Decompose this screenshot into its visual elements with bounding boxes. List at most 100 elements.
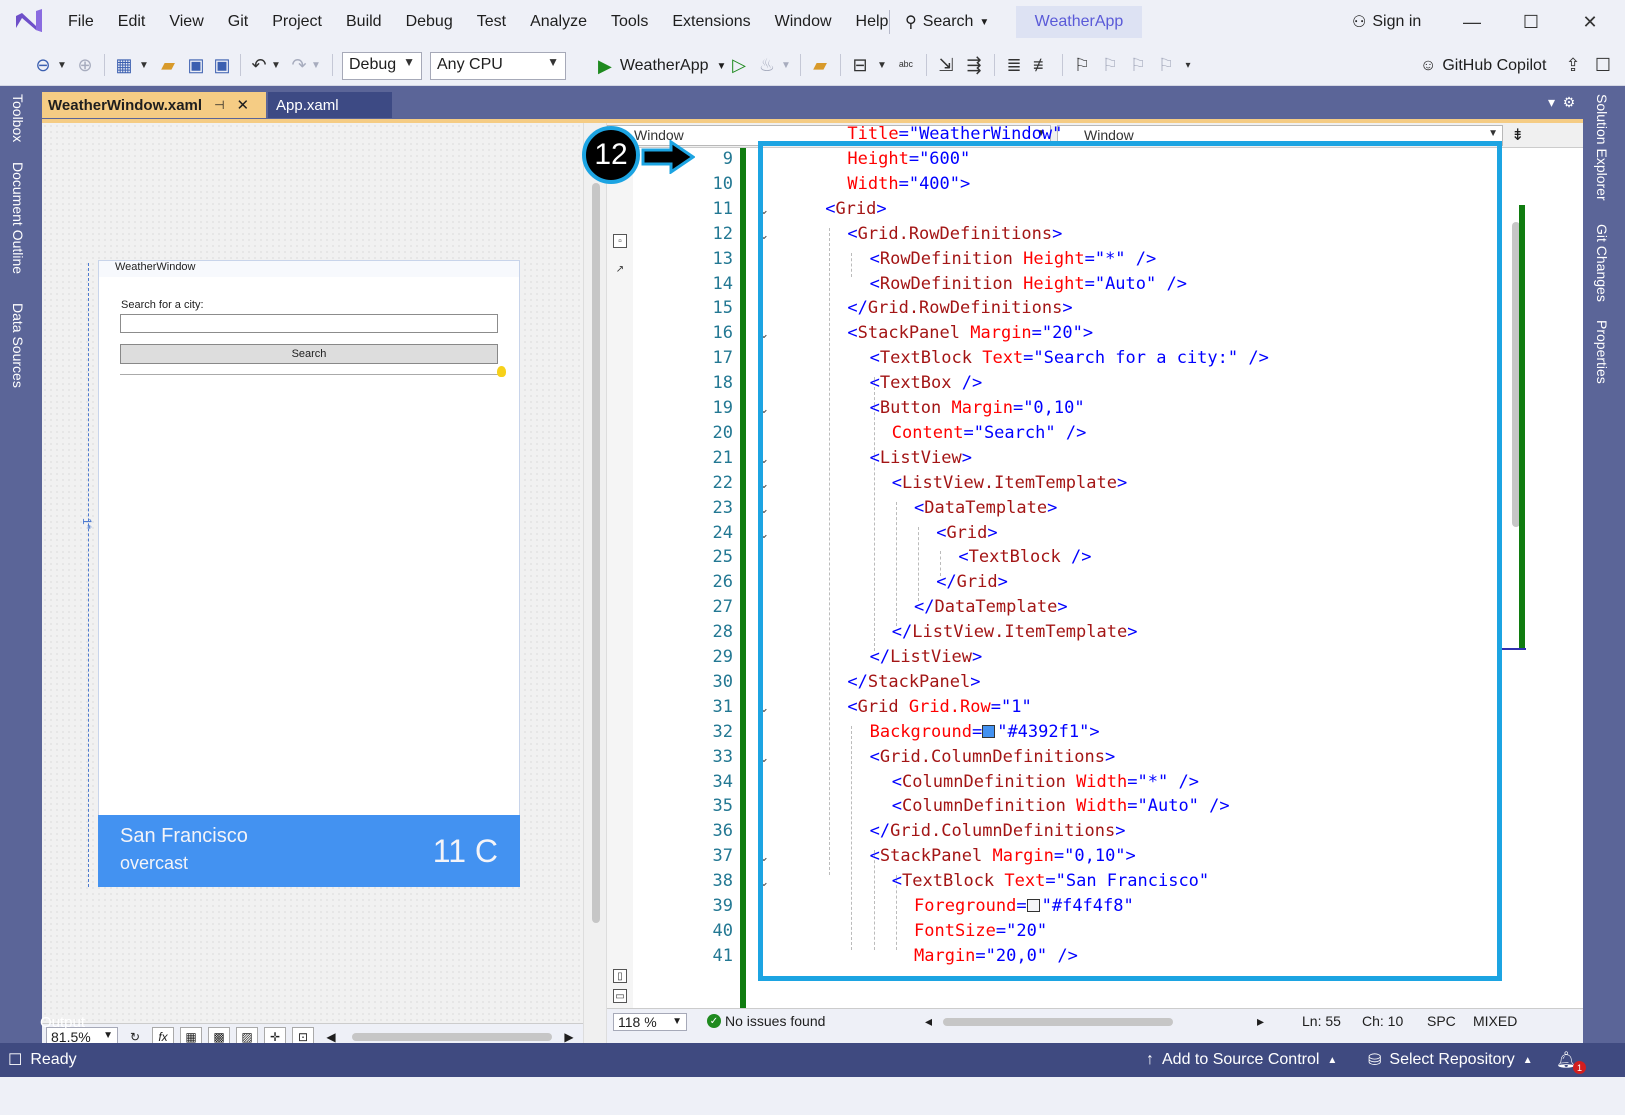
tool-tab-data-sources[interactable]: Data Sources	[10, 303, 26, 388]
add-to-source-control-button[interactable]: ↑ Add to Source Control ▲	[1146, 1043, 1337, 1077]
collapse-chevron-icon[interactable]: ⌄	[757, 202, 771, 218]
code-line[interactable]: <Grid>	[825, 199, 886, 219]
whitespace-indicator[interactable]: SPC	[1427, 1013, 1456, 1029]
collapse-chevron-icon[interactable]: ⌄	[757, 526, 771, 542]
code-line[interactable]: Title="WeatherWindow"	[847, 124, 1062, 144]
editor-hscroll-left-icon[interactable]: ◂	[925, 1013, 932, 1030]
save-all-icon[interactable]: ▣	[210, 52, 234, 78]
folder-view-icon[interactable]: ▰	[808, 52, 832, 78]
designer-listview[interactable]	[120, 374, 498, 376]
collapse-chevron-icon[interactable]: ⌄	[757, 849, 771, 865]
code-line[interactable]: </StackPanel>	[847, 672, 980, 692]
collapse-chevron-icon[interactable]: ⌄	[757, 750, 771, 766]
comment-lines-icon[interactable]: ≣	[1002, 52, 1026, 78]
select-repository-button[interactable]: ⛁ Select Repository ▲	[1368, 1043, 1533, 1077]
code-line[interactable]: <ListView.ItemTemplate>	[892, 473, 1127, 493]
code-line[interactable]: <Grid.RowDefinitions>	[847, 224, 1062, 244]
close-icon[interactable]: ✕	[237, 96, 250, 114]
code-line[interactable]: <TextBlock Text="San Francisco"	[892, 871, 1209, 891]
code-line[interactable]: <TextBlock Text="Search for a city:" />	[870, 348, 1269, 368]
code-line[interactable]: <StackPanel Margin="0,10">	[870, 846, 1136, 866]
sign-in-button[interactable]: ⚇ Sign in	[1352, 8, 1421, 36]
code-line[interactable]: </ListView.ItemTemplate>	[892, 622, 1138, 642]
hot-reload-icon[interactable]: ♨	[756, 52, 778, 78]
code-line[interactable]: <TextBox />	[870, 373, 983, 393]
code-line[interactable]: <ColumnDefinition Width="Auto" />	[892, 796, 1230, 816]
layout-icon[interactable]: ⊟	[848, 52, 872, 78]
code-line[interactable]: <ListView>	[870, 448, 972, 468]
design-view-icon[interactable]: ▫	[613, 234, 627, 248]
maximize-button[interactable]: ☐	[1503, 0, 1559, 44]
split-vertical-icon[interactable]: ▯	[613, 969, 627, 983]
designer-horizontal-scrollbar[interactable]	[352, 1033, 552, 1041]
menu-build[interactable]: Build	[334, 13, 394, 31]
menu-analyze[interactable]: Analyze	[518, 13, 599, 31]
issues-indicator[interactable]: ✓ No issues found	[707, 1013, 825, 1029]
code-line[interactable]: </Grid.ColumnDefinitions>	[870, 821, 1126, 841]
step-over-icon[interactable]: ⇶	[962, 52, 986, 78]
code-line[interactable]: FontSize="20"	[914, 921, 1047, 941]
uncomment-lines-icon[interactable]: ≢	[1030, 52, 1054, 78]
tool-tab-toolbox[interactable]: Toolbox	[10, 94, 26, 142]
pin-icon[interactable]: ⊣	[214, 98, 224, 112]
line-indicator[interactable]: Ln: 55	[1302, 1013, 1341, 1029]
menu-help[interactable]: Help	[844, 13, 901, 31]
menu-tools[interactable]: Tools	[599, 13, 660, 31]
menu-file[interactable]: File	[56, 13, 106, 31]
tool-tab-git-changes[interactable]: Git Changes	[1594, 224, 1610, 302]
spell-check-icon[interactable]: ᵃᵇᶜ	[894, 52, 918, 78]
nav-member-select[interactable]: Window ▼	[1057, 125, 1503, 146]
navigate-back-icon[interactable]: ⊖	[32, 52, 54, 78]
menu-test[interactable]: Test	[465, 13, 518, 31]
code-line[interactable]: <ColumnDefinition Width="*" />	[892, 772, 1199, 792]
code-line[interactable]: <RowDefinition Height="Auto" />	[870, 274, 1187, 294]
previous-bookmark-icon[interactable]: ⚐	[1098, 52, 1122, 78]
code-line[interactable]: Content="Search" />	[892, 423, 1087, 443]
designer-weather-banner[interactable]: San Francisco overcast 11 C	[98, 815, 520, 887]
code-line[interactable]: <Grid Grid.Row="1"	[847, 697, 1031, 717]
tool-tab-solution-explorer[interactable]: Solution Explorer	[1594, 94, 1610, 201]
code-line[interactable]: Height="600"	[847, 149, 970, 169]
popout-icon[interactable]: ↗	[613, 262, 627, 276]
collapse-chevron-icon[interactable]: ⌄	[757, 476, 771, 492]
undo-icon[interactable]: ↶	[248, 52, 270, 78]
designer-search-button[interactable]: Search	[120, 344, 498, 364]
collapse-chevron-icon[interactable]: ⌄	[757, 227, 771, 243]
step-into-icon[interactable]: ⇲	[934, 52, 958, 78]
new-dropdown-icon[interactable]: ▼	[138, 52, 150, 78]
start-without-debugging-icon[interactable]: ▷	[728, 52, 750, 78]
code-line[interactable]: <Button Margin="0,10"	[870, 398, 1085, 418]
split-horizontal-icon[interactable]: ▭	[613, 989, 627, 1003]
open-folder-icon[interactable]: ▰	[156, 52, 180, 78]
redo-icon[interactable]: ↷	[288, 52, 310, 78]
layout-dropdown-icon[interactable]: ▼	[876, 52, 888, 78]
menu-window[interactable]: Window	[763, 13, 844, 31]
menu-debug[interactable]: Debug	[394, 13, 465, 31]
column-indicator[interactable]: Ch: 10	[1362, 1013, 1403, 1029]
bookmark-icon[interactable]: ⚐	[1070, 52, 1094, 78]
editor-hscroll-right-icon[interactable]: ▸	[1257, 1013, 1264, 1030]
next-bookmark-icon[interactable]: ⚐	[1126, 52, 1150, 78]
menu-view[interactable]: View	[157, 13, 215, 31]
clear-bookmarks-icon[interactable]: ⚐	[1154, 52, 1178, 78]
doc-tab-weatherwindow[interactable]: WeatherWindow.xaml ⊣ ✕	[42, 92, 266, 118]
designer-vertical-scrollbar[interactable]	[592, 183, 600, 923]
designer-textbox[interactable]	[120, 314, 498, 333]
toolbar-overflow-icon[interactable]: ▾	[1182, 52, 1194, 78]
line-ending-indicator[interactable]: MIXED	[1473, 1013, 1517, 1029]
save-icon[interactable]: ▣	[184, 52, 208, 78]
code-line[interactable]: <Grid>	[936, 523, 997, 543]
minimize-button[interactable]: —	[1444, 0, 1500, 44]
collapse-chevron-icon[interactable]: ⌄	[757, 501, 771, 517]
code-line[interactable]: <Grid.ColumnDefinitions>	[870, 747, 1116, 767]
collapse-chevron-icon[interactable]: ⌄	[757, 401, 771, 417]
menu-project[interactable]: Project	[260, 13, 334, 31]
menu-edit[interactable]: Edit	[106, 13, 158, 31]
designer-search-label[interactable]: Search for a city:	[121, 299, 204, 311]
github-copilot-button[interactable]: ☺ GitHub Copilot	[1420, 52, 1546, 80]
collapse-chevron-icon[interactable]: ⌄	[757, 326, 771, 342]
editor-horizontal-scrollbar[interactable]	[943, 1018, 1173, 1026]
code-editor[interactable]: Window ▼ Window ▼ ⇟ ▫ ↗ ▯ ▭ ⇥ 9101112131…	[607, 123, 1583, 1050]
tool-tab-output[interactable]: Output	[40, 1014, 85, 1031]
doc-tab-app[interactable]: App.xaml	[268, 92, 392, 118]
